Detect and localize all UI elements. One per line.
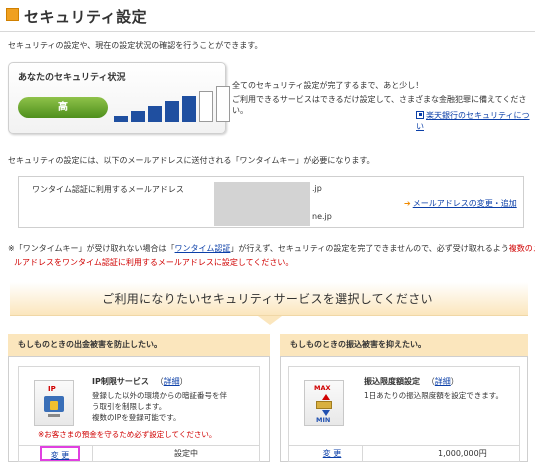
note-line2: ルアドレスをワンタイム認証に利用するメールアドレスに設定してください。 bbox=[14, 258, 294, 267]
service-limit-change-button[interactable]: 変 更 bbox=[312, 446, 352, 461]
banner-pointer bbox=[258, 316, 282, 325]
monitor-stand bbox=[48, 414, 60, 417]
lock-shape bbox=[50, 401, 58, 410]
intro-text: セキュリティの設定や、現在の設定状況の確認を行うことができます。 bbox=[8, 41, 263, 50]
ip-icon-label: IP bbox=[48, 385, 56, 393]
security-level-bar bbox=[148, 106, 162, 122]
status-message-line1: 全てのセキュリティ設定が完了するまで、あと少し！ bbox=[232, 81, 424, 90]
service-limit-row: 変 更 1,000,000円 bbox=[288, 445, 520, 462]
security-info-link[interactable]: 楽天銀行のセキュリティについ bbox=[416, 110, 535, 132]
security-level-bar bbox=[165, 101, 179, 122]
service-limit-desc: 1日あたりの振込限度額を設定できます。 bbox=[364, 390, 503, 401]
service-ip-detail-link[interactable]: 詳細 bbox=[164, 377, 180, 386]
page-title: セキュリティ設定 bbox=[24, 8, 148, 26]
service-ip-warning: ※お客さまの預金を守るため必ず設定してください。 bbox=[38, 430, 217, 439]
ip-lock-icon: IP bbox=[34, 380, 74, 426]
email-domain-1: .jp bbox=[312, 184, 322, 193]
security-level-bar bbox=[182, 96, 196, 122]
money-stack-shape bbox=[316, 401, 332, 409]
service-limit-header: もしものときの振込被害を抑えたい。 bbox=[280, 334, 528, 356]
service-ip-desc: 登録した以外の環境からの暗証番号を伴 う取引を制限します。 複数のIPを登録可能… bbox=[92, 390, 227, 423]
max-label: MAX bbox=[314, 384, 331, 392]
email-redaction bbox=[214, 182, 310, 226]
security-info-link-label[interactable]: 楽天銀行のセキュリティについ bbox=[416, 111, 530, 131]
security-level-bar bbox=[131, 111, 145, 122]
service-ip-change-label[interactable]: 変 更 bbox=[51, 451, 70, 460]
onetime-auth-link[interactable]: ワンタイム認証 bbox=[175, 244, 231, 253]
service-ip-detail[interactable]: （詳細） bbox=[156, 377, 188, 386]
max-min-icon: MAX MIN bbox=[304, 380, 344, 426]
min-label: MIN bbox=[316, 416, 331, 424]
security-level-bar bbox=[216, 86, 230, 122]
row-divider bbox=[92, 446, 93, 462]
service-ip-row: 変 更 設定中 bbox=[18, 445, 260, 462]
onetimekey-description: セキュリティの設定には、以下のメールアドレスに送付される「ワンタイムキー」が必要… bbox=[8, 156, 375, 165]
select-banner-title: ご利用になりたいセキュリティサービスを選択してください bbox=[102, 292, 433, 306]
service-limit-detail-link[interactable]: 詳細 bbox=[435, 377, 451, 386]
title-marker-icon bbox=[6, 8, 19, 21]
service-limit-title-wrap: 振込限度額設定 （詳細） bbox=[364, 376, 459, 387]
service-ip-status: 設定中 bbox=[174, 449, 198, 458]
service-ip-title-wrap: IP制限サービス （詳細） bbox=[92, 376, 188, 387]
email-domain-2: ne.jp bbox=[312, 212, 332, 221]
security-status-title: あなたのセキュリティ状況 bbox=[18, 73, 126, 83]
note-line1-pre: ※「ワンタイムキー」が受け取れない場合は「 bbox=[8, 244, 175, 253]
service-ip-desc-line: 複数のIPを登録可能です。 bbox=[92, 413, 181, 422]
note-line1: ※「ワンタイムキー」が受け取れない場合は「ワンタイム認証」が行えず、セキュリティ… bbox=[8, 243, 535, 254]
service-limit-title: 振込限度額設定 bbox=[364, 377, 420, 386]
service-limit-change-label[interactable]: 変 更 bbox=[323, 449, 342, 458]
change-email-link-label[interactable]: メールアドレスの変更・追加 bbox=[413, 199, 517, 208]
change-email-link[interactable]: ➔ メールアドレスの変更・追加 bbox=[404, 198, 517, 209]
arrow-up-icon bbox=[322, 394, 330, 400]
security-level-bar bbox=[114, 116, 128, 122]
service-limit-value: 1,000,000円 bbox=[438, 449, 487, 458]
service-ip-desc-line: う取引を制限します。 bbox=[92, 402, 167, 411]
service-ip-change-button[interactable]: 変 更 bbox=[40, 446, 80, 461]
service-limit-detail[interactable]: （詳細） bbox=[427, 377, 459, 386]
service-ip-header: もしものときの出金被害を防止したい。 bbox=[8, 334, 270, 356]
note-line1-post: 」が行えず、セキュリティの設定を完了できませんので、必ず受け取れるよう bbox=[230, 244, 509, 253]
note-line1-red: 複数のメ bbox=[508, 244, 535, 253]
security-level-badge: 高 bbox=[18, 97, 108, 118]
service-limit-desc-line: 1日あたりの振込限度額を設定できます。 bbox=[364, 391, 504, 400]
security-level-bar bbox=[199, 91, 213, 122]
service-ip-title: IP制限サービス bbox=[92, 377, 149, 386]
service-ip-desc-line: 登録した以外の環境からの暗証番号を伴 bbox=[92, 391, 227, 400]
arrow-right-icon: ➔ bbox=[404, 199, 411, 208]
external-link-icon bbox=[416, 111, 424, 119]
row-divider bbox=[362, 446, 363, 462]
email-label: ワンタイム認証に利用するメールアドレス bbox=[32, 185, 184, 194]
